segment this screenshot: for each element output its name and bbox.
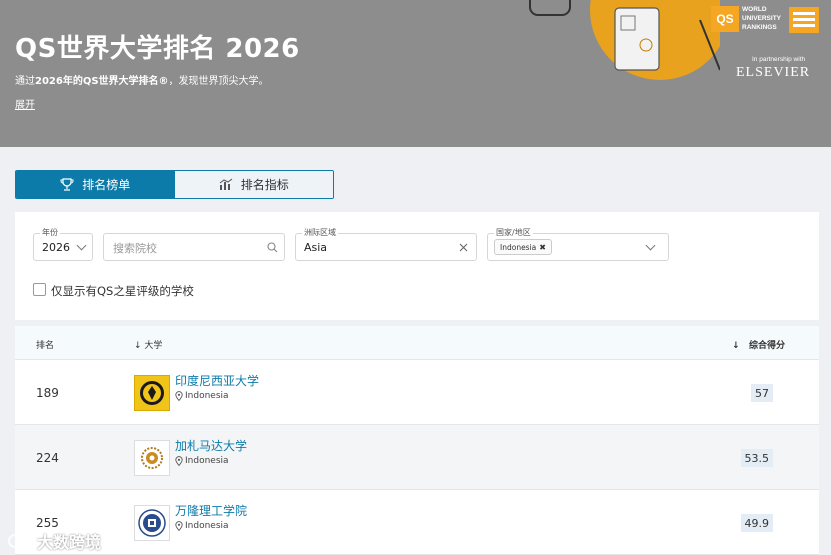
col-rank-header[interactable]: 排名	[36, 338, 54, 351]
search-icon	[267, 242, 278, 253]
tab-indicators[interactable]: 排名指标	[174, 171, 333, 198]
star-only-label: 仅显示有QS之星评级的学校	[51, 284, 194, 298]
country-select[interactable]: 国家/地区 Indonesia ✖	[487, 227, 669, 261]
watermark: 大数跨境	[8, 529, 101, 553]
university-name-link[interactable]: 万隆理工学院	[175, 502, 247, 519]
elsevier-logo: ELSEVIER	[736, 65, 811, 80]
qs-bars-icon	[789, 7, 819, 33]
location-pin-icon	[175, 391, 183, 401]
table-row[interactable]: 255 万隆理工学院 Indonesia 49.9	[15, 490, 819, 555]
col-university-header[interactable]: ↓ 大学	[134, 338, 162, 351]
expand-link[interactable]: 展开	[15, 96, 35, 111]
table-header: 排名 ↓ 大学 ↓ 综合得分	[15, 326, 819, 360]
page-title: QS世界大学排名 2026	[15, 34, 300, 64]
region-select[interactable]: 洲际区域 Asia	[295, 227, 477, 261]
page-subtitle: 通过2026年的QS世界大学排名®，发现世界顶尖大学。	[15, 76, 269, 87]
view-tabs: 排名榜单 排名指标	[15, 170, 334, 199]
university-logo	[134, 440, 170, 476]
country-chip[interactable]: Indonesia ✖	[494, 239, 552, 255]
university-logo	[134, 505, 170, 541]
table-row[interactable]: 224 加札马达大学 Indonesia 53.5	[15, 425, 819, 490]
hero-illustration	[529, 0, 720, 80]
bar-chart-icon	[219, 178, 233, 190]
search-input[interactable]: 搜索院校	[103, 233, 285, 261]
location-pin-icon	[175, 456, 183, 466]
watermark-logo-icon	[8, 534, 33, 548]
chevron-down-icon	[645, 240, 656, 251]
star-only-checkbox[interactable]	[33, 283, 46, 296]
col-score-header[interactable]: ↓ 综合得分	[732, 338, 785, 351]
university-name-link[interactable]: 加札马达大学	[175, 437, 247, 454]
table-row[interactable]: 189 印度尼西亚大学 Indonesia 57	[15, 360, 819, 425]
score-badge: 57	[751, 384, 773, 402]
university-name-link[interactable]: 印度尼西亚大学	[175, 372, 259, 389]
qs-rankings-logo[interactable]: QS WORLD UNIVERSITY RANKINGS	[711, 5, 821, 35]
score-badge: 49.9	[740, 514, 773, 532]
chevron-down-icon	[76, 240, 87, 251]
score-badge: 53.5	[740, 449, 773, 467]
chip-remove-icon[interactable]: ✖	[539, 243, 546, 252]
partner-text: In partnership with	[752, 56, 806, 63]
location-pin-icon	[175, 521, 183, 531]
university-logo	[134, 375, 170, 411]
close-icon[interactable]	[459, 243, 468, 252]
year-select[interactable]: 年份 2026	[33, 227, 93, 261]
filter-panel: 年份 2026 搜索院校 洲际区域 Asia 国家/地区 Indonesia ✖…	[15, 212, 819, 320]
trophy-icon	[60, 178, 74, 191]
tab-rankings[interactable]: 排名榜单	[16, 171, 175, 198]
ranking-table: 排名 ↓ 大学 ↓ 综合得分 189 印度尼西亚大学 Indonesia 57 …	[15, 326, 819, 555]
hero-banner: QS世界大学排名 2026 通过2026年的QS世界大学排名®，发现世界顶尖大学…	[0, 0, 831, 147]
